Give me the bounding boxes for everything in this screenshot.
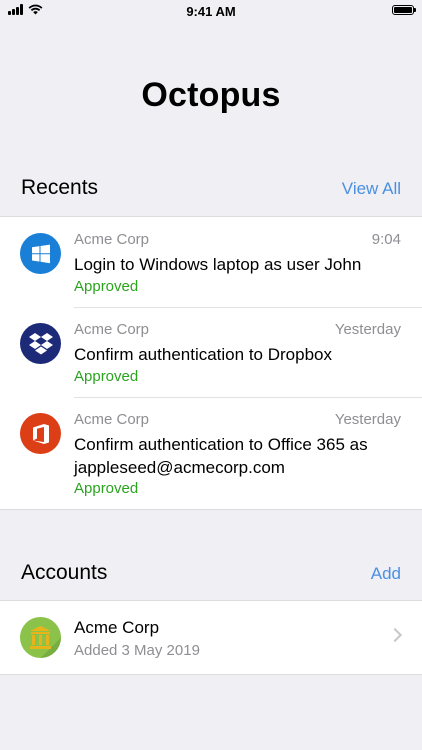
- recent-description: Login to Windows laptop as user John: [74, 255, 362, 274]
- app-title: Octopus: [141, 76, 281, 114]
- bank-building-icon: [20, 617, 61, 658]
- status-bar: 9:41 AM: [0, 0, 422, 22]
- dropbox-logo-icon: [20, 323, 61, 364]
- chevron-right-icon: [387, 627, 403, 643]
- recents-list: Acme Corp 9:04 Login to Windows laptop a…: [0, 216, 422, 510]
- recent-status: Approved: [74, 368, 139, 385]
- status-time: 9:41 AM: [186, 4, 236, 19]
- recent-org: Acme Corp: [74, 321, 150, 338]
- recent-org: Acme Corp: [74, 411, 150, 428]
- accounts-list: Acme Corp Added 3 May 2019: [0, 600, 422, 675]
- recent-item-office365[interactable]: Acme Corp Yesterday Confirm authenticati…: [0, 397, 422, 509]
- recent-time: 9:04: [371, 231, 401, 248]
- recent-time: Yesterday: [334, 411, 401, 428]
- recents-header: Recents View All: [0, 176, 422, 206]
- battery-icon: [392, 5, 416, 15]
- recent-description: Confirm authentication to Dropbox: [74, 345, 332, 364]
- accounts-header: Accounts Add: [0, 561, 422, 591]
- recent-item-dropbox[interactable]: Acme Corp Yesterday Confirm authenticati…: [0, 307, 422, 397]
- recent-org: Acme Corp: [74, 231, 150, 248]
- office-logo-icon: [20, 413, 61, 454]
- recent-status: Approved: [74, 278, 139, 295]
- windows-logo-icon: [20, 233, 61, 274]
- view-all-button[interactable]: View All: [342, 179, 401, 199]
- recent-description: Confirm authentication to Office 365 as …: [74, 435, 368, 477]
- account-name: Acme Corp: [74, 618, 160, 637]
- accounts-title: Accounts: [21, 561, 108, 584]
- recent-time: Yesterday: [334, 321, 401, 338]
- add-account-button[interactable]: Add: [371, 564, 401, 584]
- account-item-acme[interactable]: Acme Corp Added 3 May 2019: [0, 601, 422, 674]
- recent-status: Approved: [74, 480, 139, 497]
- recent-item-windows-login[interactable]: Acme Corp 9:04 Login to Windows laptop a…: [0, 217, 422, 307]
- recents-title: Recents: [21, 176, 99, 199]
- account-added-date: Added 3 May 2019: [74, 642, 200, 659]
